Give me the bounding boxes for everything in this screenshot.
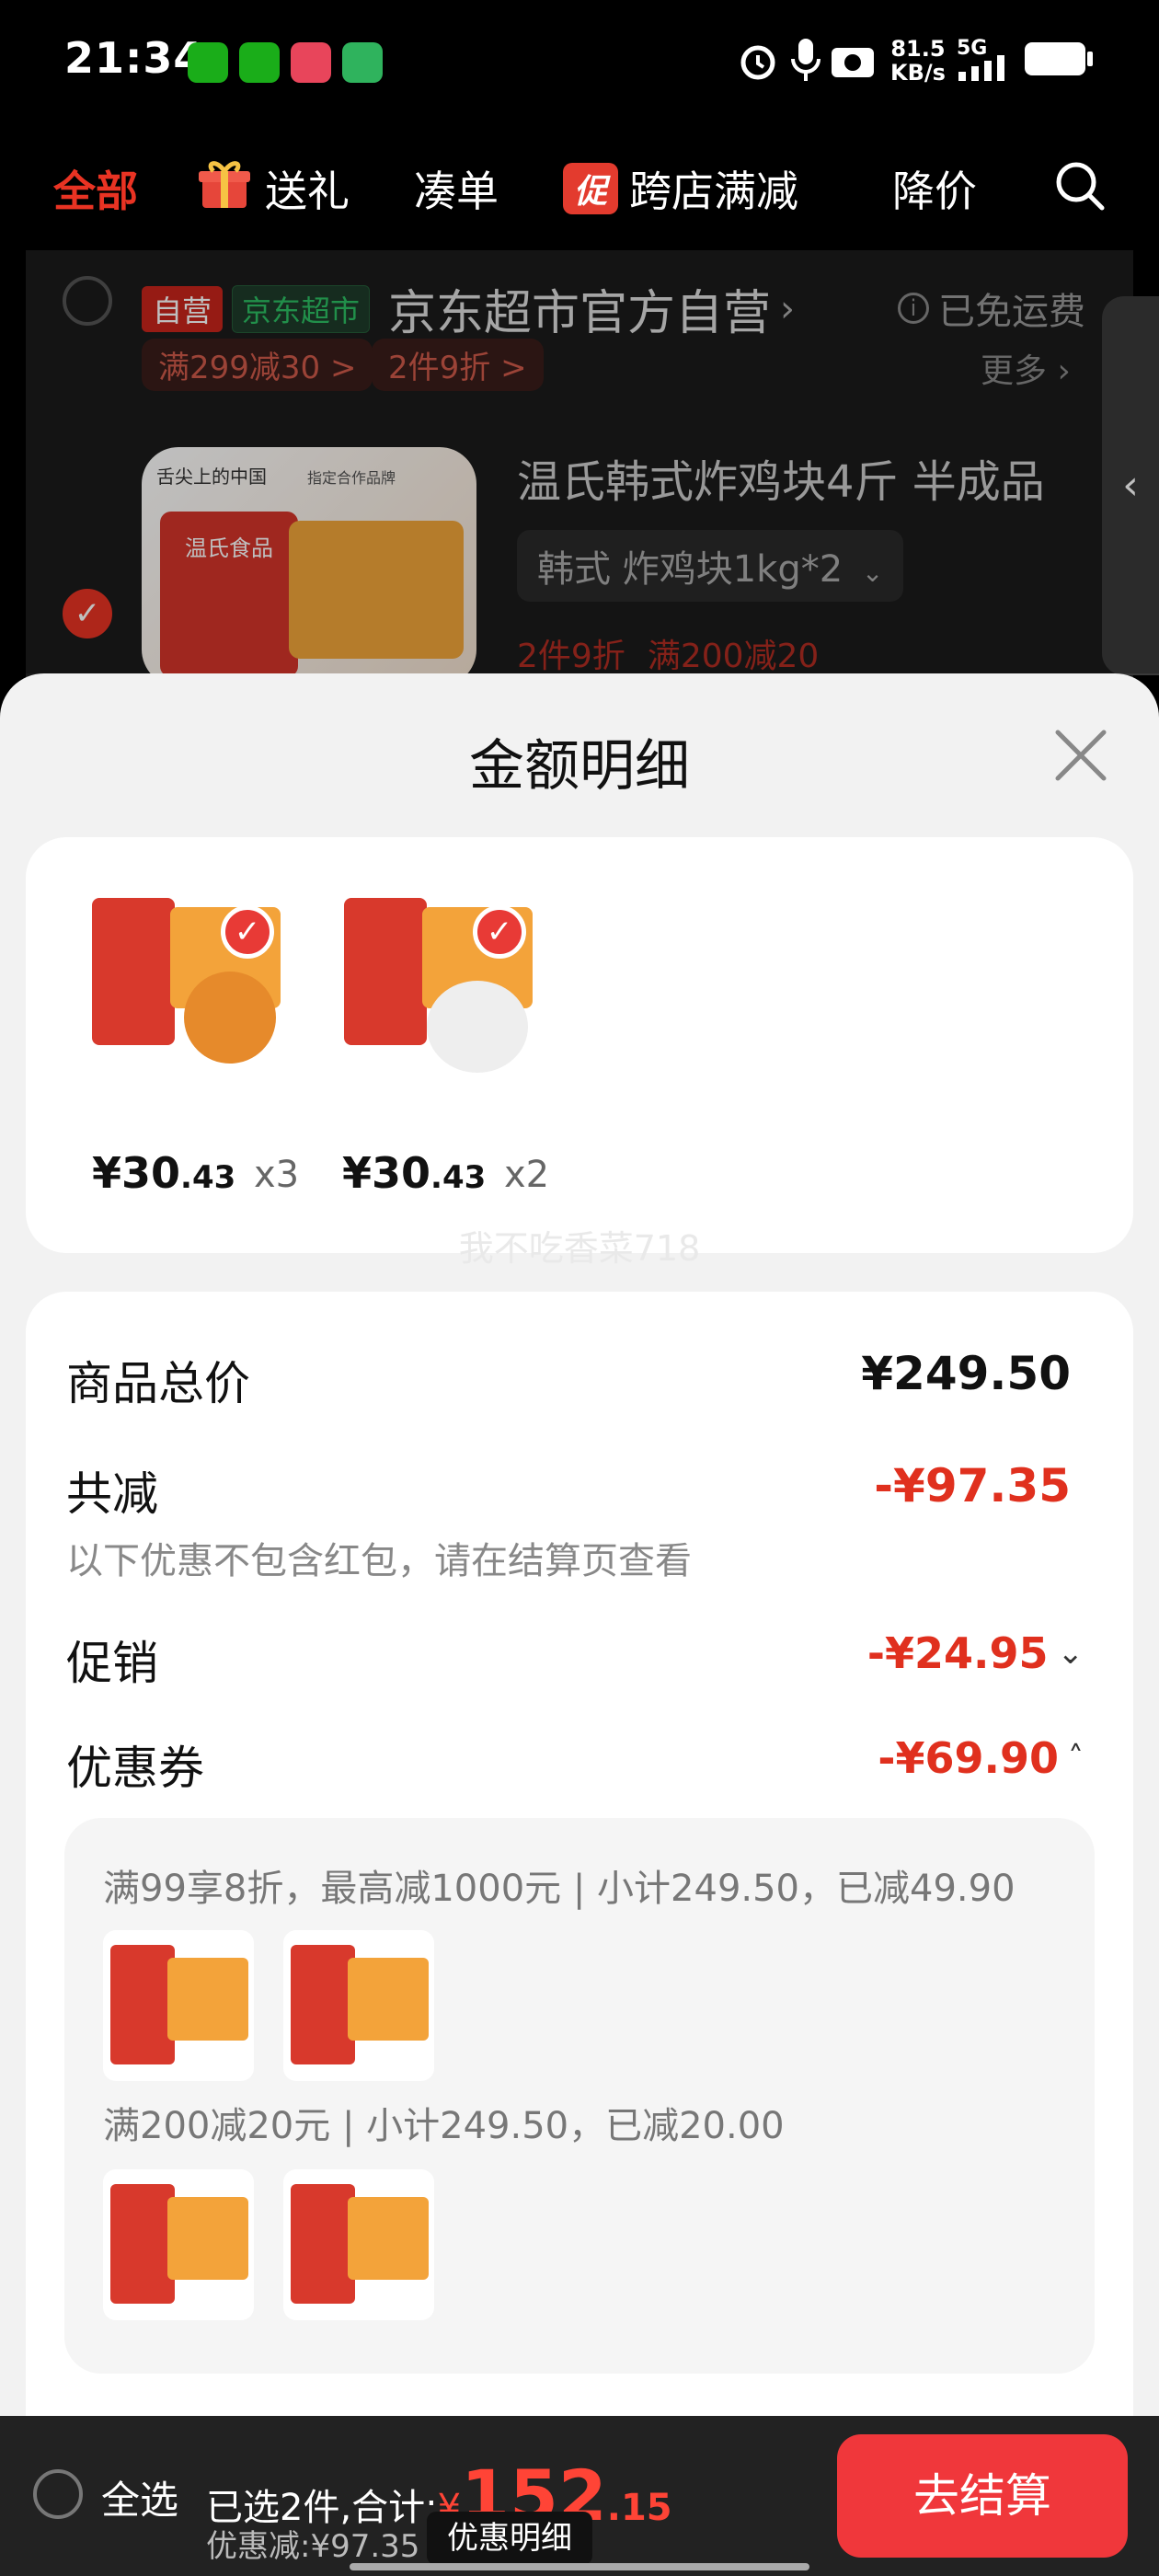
thumb-pack-red	[92, 898, 175, 1045]
tab-cross-store-label: 跨店满减	[629, 167, 799, 216]
wechat-app-icon	[188, 42, 228, 83]
thumb-plate	[427, 981, 528, 1073]
sheet-title: 金额明细	[469, 734, 690, 799]
promo-badge: 促	[563, 163, 619, 214]
coupon2-thumb-1	[103, 2169, 254, 2320]
mini-pack-7	[291, 2184, 355, 2304]
item-price-2: ¥30.43	[342, 1148, 486, 1198]
goods-total-value: ¥249.50	[861, 1347, 1071, 1400]
net-speed: 81.5 KB/s	[890, 37, 946, 85]
promo-label: 促销	[66, 1637, 158, 1690]
mini-pack-3	[291, 1945, 355, 2064]
net-speed-unit: KB/s	[890, 60, 946, 86]
alarm-icon	[740, 45, 775, 80]
promo-row[interactable]: -¥24.95 ⌄	[867, 1628, 1084, 1678]
discount-detail-button[interactable]: 优惠明细	[427, 2512, 592, 2565]
item-check-icon-1[interactable]: ✓	[221, 905, 274, 959]
tab-gift[interactable]: 送礼	[265, 158, 350, 219]
discount-summary: 优惠减:¥97.35	[206, 2528, 420, 2565]
tab-cross-store-discount[interactable]: 促 跨店满减	[563, 158, 798, 219]
coupon-rule-1: 满99享8折，最高减1000元 | 小计249.50，已减49.90	[103, 1868, 1016, 1910]
total-discount-label: 共减	[66, 1467, 158, 1521]
close-icon[interactable]	[1049, 723, 1113, 788]
item-qty-2: x2	[504, 1154, 550, 1196]
coupon-rule-2: 满200减20元 | 小计249.50，已减20.00	[103, 2105, 785, 2147]
total-dec: .15	[606, 2487, 672, 2529]
item-price-1-int: ¥30	[92, 1148, 181, 1198]
camera-icon	[832, 48, 874, 77]
shopping-app-icon	[291, 42, 331, 83]
promo-value: -¥24.95	[866, 1628, 1049, 1678]
mini-pack	[110, 1945, 175, 2064]
select-all-radio[interactable]	[33, 2469, 83, 2519]
total-discount-value: -¥97.35	[874, 1459, 1071, 1512]
coupon1-thumb-2	[283, 1930, 434, 2081]
select-all-label[interactable]: 全选	[101, 2469, 178, 2525]
tab-price-drop[interactable]: 降价	[892, 158, 977, 219]
thumb-pack-red-2	[344, 898, 427, 1045]
coupon2-thumb-2	[283, 2169, 434, 2320]
item-check-icon-2[interactable]: ✓	[473, 905, 526, 959]
gift-icon	[199, 161, 250, 208]
chevron-down-icon: ⌄	[1057, 1635, 1084, 1672]
mini-pack-8	[348, 2197, 429, 2280]
dim-overlay	[0, 250, 1159, 673]
coupon1-thumb-1	[103, 1930, 254, 2081]
wechat-app-icon-2	[239, 42, 280, 83]
checkout-button[interactable]: 去结算	[837, 2434, 1128, 2558]
item-qty-1: x3	[254, 1154, 300, 1196]
mini-pack-2	[167, 1958, 248, 2041]
mini-pack-4	[348, 1958, 429, 2041]
discount-note: 以下优惠不包含红包，请在结算页查看	[66, 1540, 692, 1582]
coupon-value: -¥69.90	[878, 1733, 1059, 1783]
watermark: 我不吃香菜718	[458, 1228, 701, 1269]
tab-bundle[interactable]: 凑单	[414, 158, 499, 219]
home-indicator	[350, 2563, 809, 2570]
microphone-icon	[791, 39, 820, 81]
status-time: 21:34	[64, 33, 204, 83]
hotspot-icon	[342, 42, 383, 83]
signal-icon	[958, 55, 1004, 81]
coupon-row[interactable]: -¥69.90 ˄	[878, 1733, 1084, 1783]
item-price-2-int: ¥30	[342, 1148, 431, 1198]
battery-icon	[1025, 42, 1093, 75]
thumb-food	[184, 972, 276, 1064]
net-speed-value: 81.5	[890, 36, 946, 62]
mini-pack-6	[167, 2197, 248, 2280]
mini-pack-5	[110, 2184, 175, 2304]
chevron-up-icon: ˄	[1068, 1740, 1084, 1777]
item-price-1-dec: .43	[180, 1159, 236, 1196]
item-price-1: ¥30.43	[92, 1148, 235, 1198]
tab-all[interactable]: 全部	[53, 158, 138, 219]
goods-total-label: 商品总价	[66, 1357, 250, 1410]
coupon-label: 优惠券	[66, 1742, 204, 1795]
search-icon[interactable]	[1054, 160, 1106, 212]
item-price-2-dec: .43	[430, 1159, 487, 1196]
